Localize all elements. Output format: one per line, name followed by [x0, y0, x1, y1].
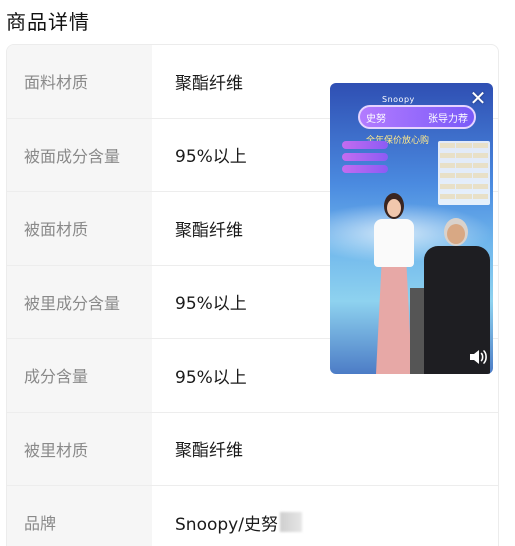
- spec-label: 品牌: [7, 486, 152, 546]
- spec-value-text: Snoopy/史努: [175, 514, 278, 535]
- section-title: 商品详情: [6, 10, 90, 34]
- speaker-icon[interactable]: [467, 346, 489, 368]
- spec-label: 被面材质: [7, 192, 152, 265]
- promo-tags: [342, 141, 388, 177]
- spec-label: 成分含量: [7, 339, 152, 412]
- promo-banner-left: 史努: [366, 113, 386, 125]
- spec-value: Snoopy/史努: [152, 486, 498, 546]
- promo-banner-right: 张导力荐: [428, 113, 468, 125]
- spec-row: 被里材质 聚酯纤维: [7, 412, 498, 486]
- price-board: [438, 141, 490, 205]
- promo-banner: 史努 张导力荐: [358, 105, 476, 129]
- spec-value: 聚酯纤维: [175, 441, 243, 462]
- spec-label: 面料材质: [7, 45, 152, 118]
- floating-video-player[interactable]: Snoopy 史努 张导力荐 全年保价放心购 ✕: [330, 83, 493, 374]
- spec-label: 被里材质: [7, 412, 152, 485]
- banner-brand: Snoopy: [382, 95, 415, 104]
- close-icon[interactable]: ✕: [467, 87, 489, 109]
- spec-label: 被面成分含量: [7, 118, 152, 191]
- spec-label: 被里成分含量: [7, 265, 152, 338]
- blurred-text: [279, 512, 302, 533]
- spec-row: 品牌 Snoopy/史努: [7, 486, 498, 546]
